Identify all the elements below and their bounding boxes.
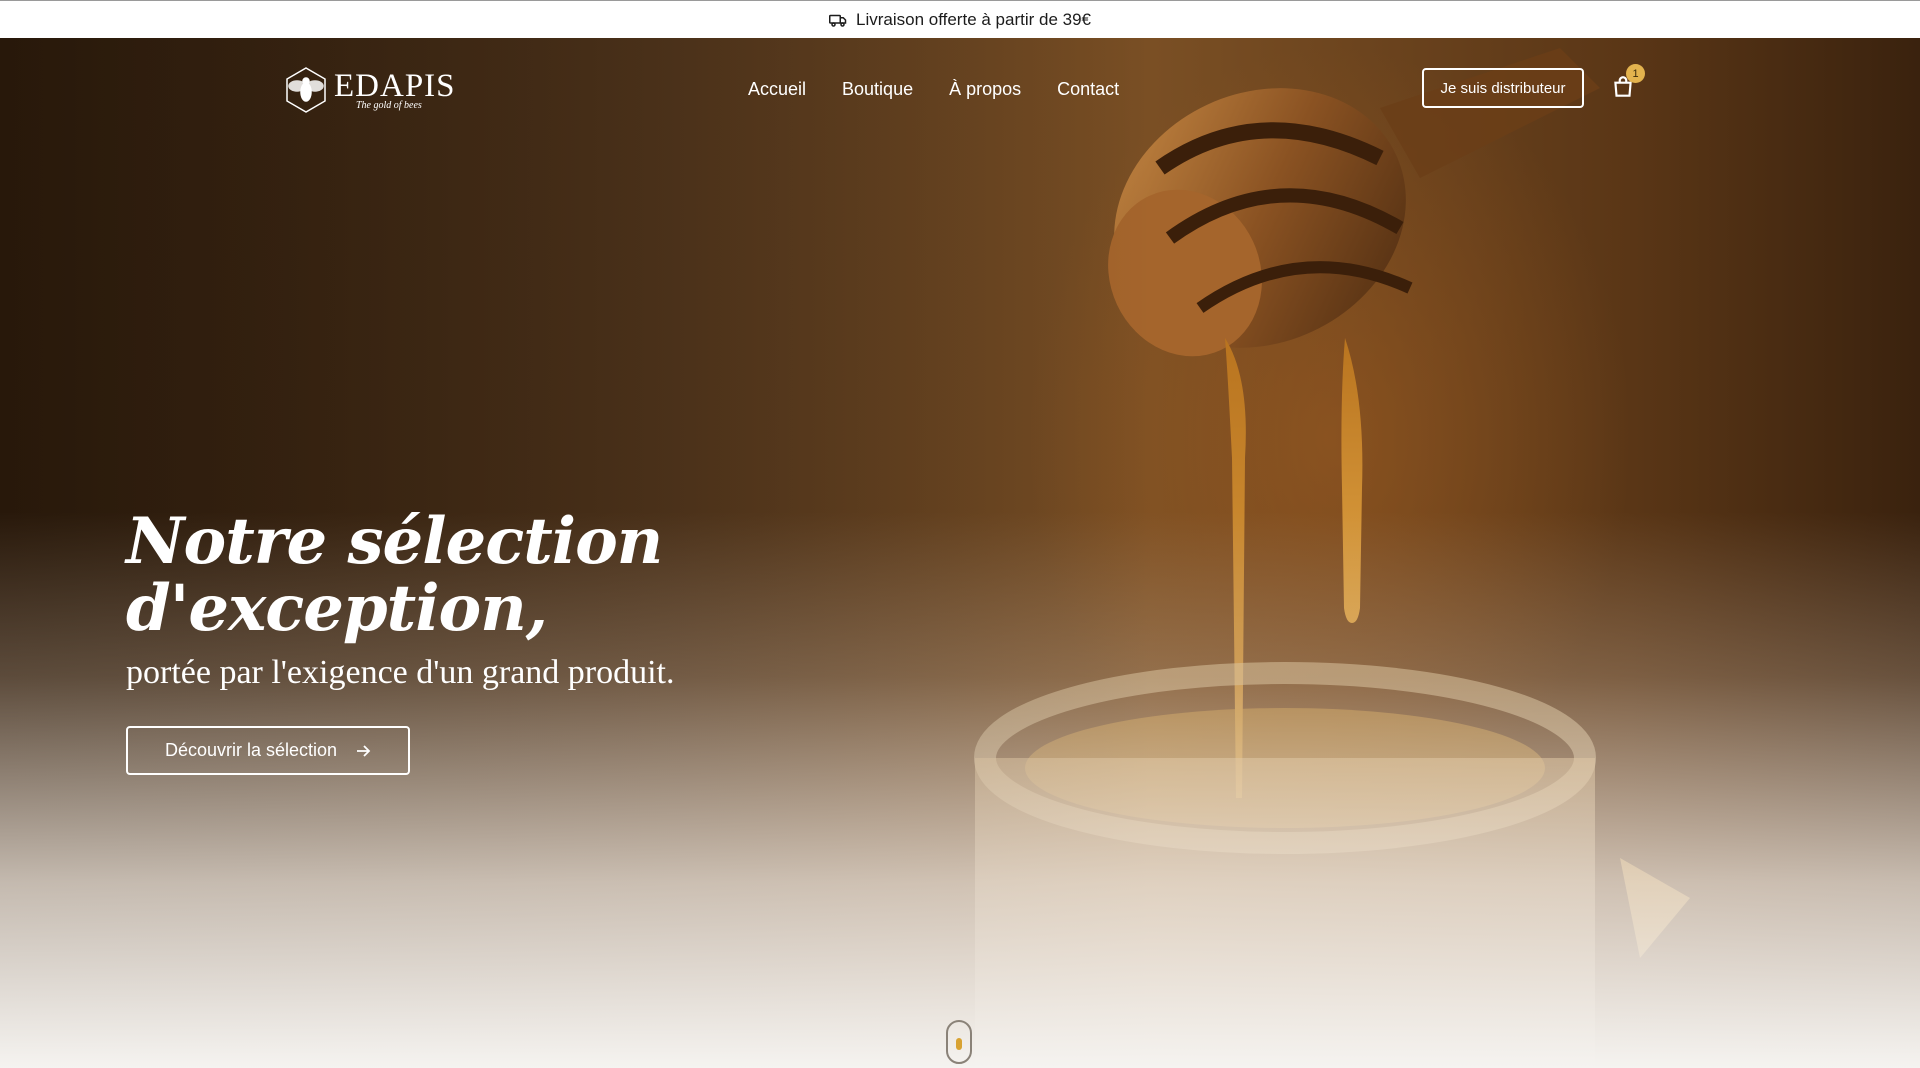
nav-item-boutique[interactable]: Boutique xyxy=(842,79,913,100)
hero-subtitle: portée par l'exigence d'un grand produit… xyxy=(126,654,675,691)
nav-item-a-propos[interactable]: À propos xyxy=(949,79,1021,100)
brand-name: EDAPIS xyxy=(334,68,456,104)
hero-title: Notre sélection d'exception, xyxy=(126,504,663,646)
scroll-indicator-dot xyxy=(956,1038,962,1050)
arrow-right-icon xyxy=(357,744,371,757)
hero-copy: Notre sélection d'exception, portée par … xyxy=(126,508,746,775)
truck-icon xyxy=(829,14,847,27)
hero-section: EDAPIS The gold of bees Accueil Boutique… xyxy=(0,38,1920,1068)
discover-selection-button[interactable]: Découvrir la sélection xyxy=(126,726,410,775)
scroll-indicator[interactable] xyxy=(946,1020,972,1064)
nav-item-accueil[interactable]: Accueil xyxy=(748,79,806,100)
nav-item-contact[interactable]: Contact xyxy=(1057,79,1119,100)
main-navigation: EDAPIS The gold of bees Accueil Boutique… xyxy=(0,38,1920,138)
announcement-bar: Livraison offerte à partir de 39€ xyxy=(0,0,1920,38)
cta-label: Découvrir la sélection xyxy=(164,740,338,760)
cart-button[interactable]: 1 xyxy=(1610,64,1645,102)
bee-hexagon-logo-icon xyxy=(286,67,326,113)
distributor-button[interactable]: Je suis distributeur xyxy=(1422,68,1584,108)
announcement-text: Livraison offerte à partir de 39€ xyxy=(856,9,1091,29)
nav-menu: Accueil Boutique À propos Contact xyxy=(748,79,1119,100)
cart-count-badge: 1 xyxy=(1626,64,1645,83)
brand-logo[interactable]: EDAPIS The gold of bees xyxy=(282,66,456,114)
brand-tagline: The gold of bees xyxy=(356,100,422,111)
